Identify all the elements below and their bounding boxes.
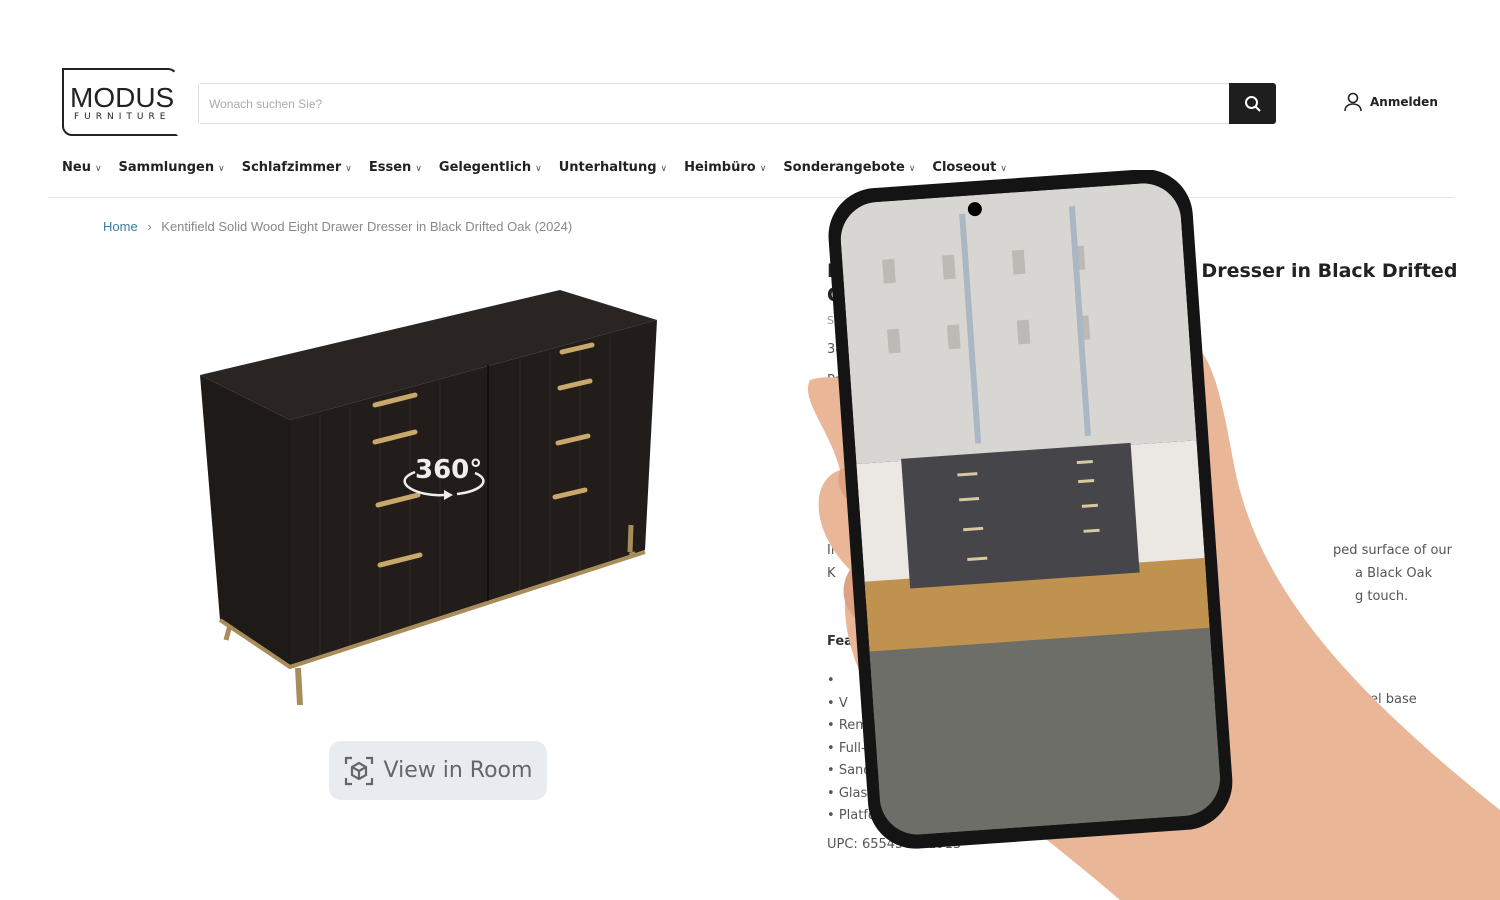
search-bar: [198, 83, 1276, 124]
breadcrumb: Home › Kentifield Solid Wood Eight Drawe…: [103, 219, 573, 234]
chevron-down-icon: ∨: [345, 164, 352, 174]
user-icon: [1344, 92, 1362, 112]
breadcrumb-current: Kentifield Solid Wood Eight Drawer Dress…: [161, 219, 573, 234]
nav-item-heimbuero[interactable]: Heimbüro ∨: [684, 160, 766, 175]
nav-item-essen[interactable]: Essen ∨: [369, 160, 422, 175]
search-input[interactable]: [199, 84, 1219, 123]
chevron-down-icon: ∨: [94, 164, 102, 174]
nav-item-sammlungen[interactable]: Sammlungen ∨: [119, 160, 225, 175]
chevron-down-icon: ∨: [535, 164, 542, 174]
hand-holding-phone-photo: [807, 170, 1500, 900]
nav-item-schlafzimmer[interactable]: Schlafzimmer ∨: [242, 160, 352, 175]
search-icon: [1244, 95, 1261, 112]
rotate-360-icon[interactable]: 360°: [397, 455, 492, 500]
nav-item-gelegentlich[interactable]: Gelegentlich ∨: [439, 160, 542, 175]
login-link[interactable]: Anmelden: [1344, 92, 1438, 112]
modus-logo[interactable]: MODUS FURNITURE: [62, 68, 178, 136]
search-button[interactable]: [1229, 83, 1276, 124]
nav-item-neu[interactable]: Neu ∨: [62, 160, 102, 175]
view-in-room-button[interactable]: View in Room: [329, 741, 547, 800]
nav-item-unterhaltung[interactable]: Unterhaltung ∨: [559, 160, 667, 175]
chevron-down-icon: ∨: [415, 164, 422, 174]
ar-cube-icon: [344, 756, 373, 785]
breadcrumb-home[interactable]: Home: [103, 219, 138, 234]
chevron-down-icon: ∨: [759, 164, 767, 174]
chevron-down-icon: ∨: [218, 164, 225, 174]
chevron-down-icon: ∨: [660, 164, 668, 174]
